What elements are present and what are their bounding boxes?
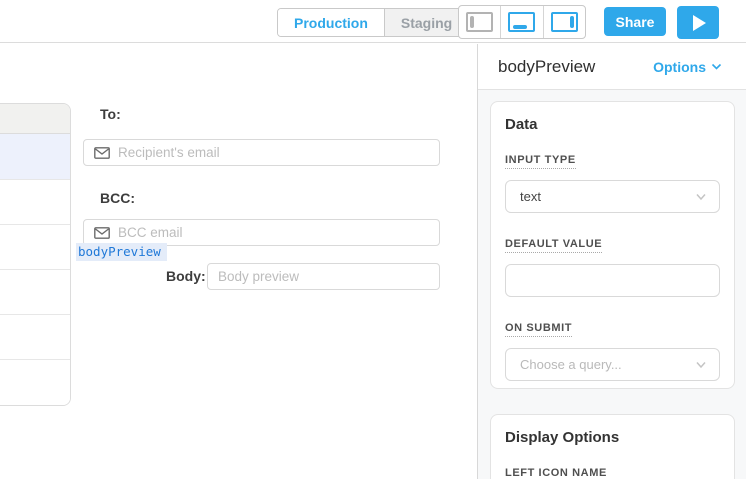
to-email-input[interactable] <box>83 139 440 166</box>
right-panel-toggle-button[interactable] <box>543 6 585 38</box>
body-preview-field[interactable] <box>218 269 429 284</box>
chevron-down-icon <box>695 193 707 201</box>
on-submit-select[interactable]: Choose a query... <box>505 348 720 381</box>
default-value-input[interactable] <box>505 264 720 297</box>
selected-component-tag[interactable]: bodyPreview <box>76 243 167 261</box>
table-row[interactable] <box>0 315 70 360</box>
bcc-email-field[interactable] <box>118 225 429 240</box>
table-row[interactable] <box>0 225 70 270</box>
data-section-card: Data INPUT TYPE text DEFAULT VALUE ON SU… <box>490 101 735 389</box>
envelope-icon <box>94 227 110 239</box>
body-label: Body: <box>166 268 206 284</box>
data-table[interactable] <box>0 103 71 406</box>
bcc-email-input[interactable] <box>83 219 440 246</box>
display-options-heading: Display Options <box>505 429 720 446</box>
table-row[interactable] <box>0 134 70 180</box>
bcc-label: BCC: <box>100 190 135 206</box>
to-label: To: <box>100 106 121 122</box>
table-row[interactable] <box>0 270 70 315</box>
run-button[interactable] <box>677 6 719 39</box>
left-icon-name-label: LEFT ICON NAME <box>505 467 607 479</box>
chevron-down-icon <box>695 361 707 369</box>
staging-tab[interactable]: Staging <box>384 9 468 36</box>
left-panel-icon <box>466 12 493 32</box>
display-options-card: Display Options LEFT ICON NAME <box>490 414 735 479</box>
inspector-panel: bodyPreview Options Data INPUT TYPE text… <box>477 44 746 479</box>
table-row[interactable] <box>0 360 70 405</box>
data-section-heading: Data <box>505 116 720 133</box>
options-label: Options <box>653 59 706 75</box>
input-type-value: text <box>520 189 541 204</box>
app-canvas: To: BCC: bodyPreview Body: <box>0 44 477 479</box>
chevron-down-icon <box>711 63 722 70</box>
bottom-panel-toggle-button[interactable] <box>500 6 542 38</box>
on-submit-placeholder: Choose a query... <box>520 357 622 372</box>
left-panel-toggle-button[interactable] <box>459 6 500 38</box>
input-type-label: INPUT TYPE <box>505 154 576 169</box>
options-menu-button[interactable]: Options <box>653 59 722 75</box>
table-header <box>0 104 70 134</box>
table-row[interactable] <box>0 180 70 225</box>
inspector-header: bodyPreview Options <box>478 44 746 90</box>
bottom-panel-icon <box>508 12 535 32</box>
on-submit-label: ON SUBMIT <box>505 322 572 337</box>
environment-toggle: Production Staging <box>277 8 469 37</box>
body-preview-input[interactable] <box>207 263 440 290</box>
default-value-label: DEFAULT VALUE <box>505 238 602 253</box>
panel-visibility-toggles <box>458 5 586 39</box>
share-button[interactable]: Share <box>604 7 666 36</box>
production-tab[interactable]: Production <box>278 9 384 36</box>
right-panel-icon <box>551 12 578 32</box>
input-type-select[interactable]: text <box>505 180 720 213</box>
play-icon <box>693 15 706 31</box>
to-email-field[interactable] <box>118 145 429 160</box>
envelope-icon <box>94 147 110 159</box>
top-toolbar: Production Staging Share <box>0 0 746 43</box>
inspector-title: bodyPreview <box>498 57 595 77</box>
